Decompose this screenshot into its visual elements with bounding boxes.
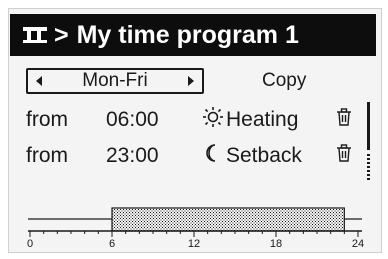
moon-icon — [202, 142, 224, 170]
scroll-track-dots — [367, 154, 370, 180]
sun-icon — [202, 106, 224, 134]
tick-label: 18 — [269, 238, 283, 250]
header-bar: > My time program 1 — [10, 14, 376, 56]
copy-button[interactable]: Copy — [262, 68, 306, 94]
mode-label: Heating — [226, 108, 299, 131]
tick-label: 24 — [351, 238, 365, 250]
day-selector[interactable]: Mon-Fri — [26, 68, 204, 94]
tick-label: 0 — [26, 238, 34, 250]
mode-label: Setback — [226, 144, 302, 167]
day-selector-value: Mon-Fri — [82, 70, 148, 91]
trash-icon[interactable] — [336, 143, 352, 169]
heating-period-bar — [111, 207, 345, 232]
arrow-left-icon[interactable] — [28, 75, 50, 87]
arrow-right-icon[interactable] — [180, 75, 202, 87]
trash-icon[interactable] — [336, 107, 352, 133]
from-label: from — [26, 144, 68, 167]
from-label: from — [26, 108, 68, 131]
breadcrumb-separator: > — [54, 20, 69, 49]
program-row[interactable]: from 06:00 Heating — [26, 104, 366, 138]
switch-time[interactable]: 23:00 — [106, 144, 159, 168]
tick-label: 12 — [187, 238, 201, 250]
tick-label: 6 — [108, 238, 116, 250]
switch-time[interactable]: 06:00 — [106, 108, 159, 132]
scroll-thumb[interactable] — [367, 102, 370, 150]
program-row[interactable]: from 23:00 Setback — [26, 140, 366, 174]
day-timeline: 0 6 12 18 24 — [0, 200, 388, 259]
page-title: My time program 1 — [76, 20, 299, 49]
menu-glyph-icon — [22, 26, 48, 44]
scrollbar[interactable] — [367, 102, 370, 182]
